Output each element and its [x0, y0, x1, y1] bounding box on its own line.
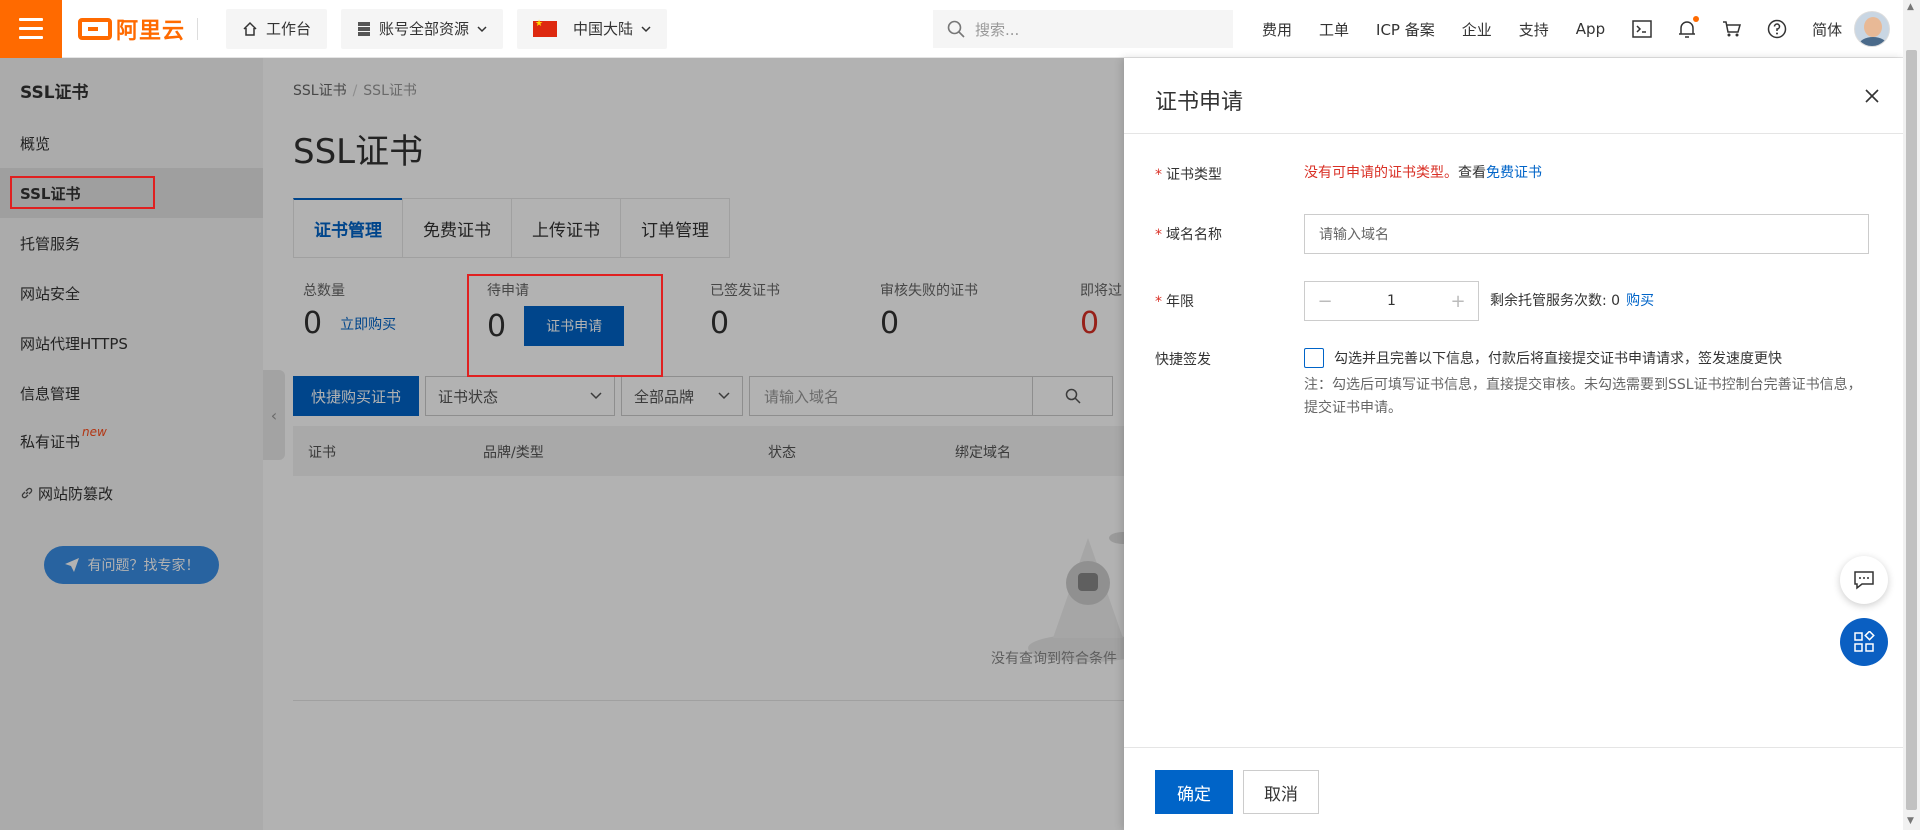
global-search-input[interactable]: 搜索...: [933, 10, 1233, 48]
free-cert-link[interactable]: 免费证书: [1486, 165, 1542, 181]
top-link-enterprise[interactable]: 企业: [1462, 19, 1492, 40]
vertical-scrollbar[interactable]: ▲ ▼: [1903, 0, 1920, 830]
top-link-app[interactable]: App: [1576, 20, 1605, 38]
aliyun-logo-icon: [78, 17, 112, 40]
home-icon: [243, 21, 257, 36]
chat-float-button[interactable]: [1840, 556, 1888, 604]
cert-type-warning: 没有可申请的证书类型。查看免费证书: [1304, 165, 1542, 181]
workbench-button[interactable]: 工作台: [226, 8, 328, 49]
top-link-icp[interactable]: ICP 备案: [1376, 19, 1435, 40]
china-flag-icon: [533, 19, 558, 37]
quick-issue-checkbox[interactable]: [1304, 348, 1324, 368]
close-icon[interactable]: [1864, 88, 1880, 104]
apps-grid-icon: [1854, 631, 1875, 652]
apps-float-button[interactable]: [1840, 618, 1888, 666]
terminal-icon[interactable]: [1632, 19, 1652, 39]
top-link-support[interactable]: 支持: [1519, 19, 1549, 40]
highlight-box-sidebar: [10, 176, 155, 209]
top-links: 费用 工单 ICP 备案 企业 支持 App 简体: [1262, 0, 1869, 58]
modal-backdrop[interactable]: [0, 58, 1124, 830]
years-label: * 年限: [1155, 294, 1194, 310]
years-stepper[interactable]: − 1 +: [1304, 281, 1479, 321]
chevron-down-icon: [641, 25, 651, 32]
resources-dropdown[interactable]: 账号全部资源: [341, 8, 504, 49]
quick-issue-label: 快捷签发: [1155, 352, 1211, 368]
increment-button[interactable]: +: [1438, 291, 1478, 312]
notification-dot: [1693, 16, 1700, 22]
quick-issue-note: 注：勾选后可填写证书信息，直接提交审核。未勾选需要到SSL证书控制台完善证书信息…: [1304, 377, 1862, 416]
chevron-down-icon: [477, 25, 487, 32]
brand-name: 阿里云: [116, 18, 186, 44]
bell-icon[interactable]: [1677, 16, 1700, 39]
search-icon: [947, 20, 965, 38]
remaining-service-count: 剩余托管服务次数: 0 购买: [1490, 293, 1655, 309]
highlight-box-apply: [467, 274, 663, 377]
quick-issue-text: 勾选并且完善以下信息，付款后将直接提交证书申请请求，签发速度更快: [1334, 351, 1782, 367]
brand-logo[interactable]: 阿里云: [78, 0, 212, 58]
cert-type-label: * 证书类型: [1155, 167, 1222, 183]
buy-link[interactable]: 购买: [1626, 293, 1654, 309]
stack-icon: [358, 21, 371, 36]
language-switch[interactable]: 简体: [1812, 19, 1842, 40]
domain-input[interactable]: 请输入域名: [1304, 214, 1869, 254]
cert-apply-drawer: 证书申请 * 证书类型 没有可申请的证书类型。查看免费证书 * 域名名称 请输入域名…: [1124, 58, 1903, 830]
chat-icon: [1854, 571, 1874, 590]
help-icon[interactable]: [1767, 19, 1787, 39]
cart-icon[interactable]: [1722, 19, 1742, 39]
top-link-tickets[interactable]: 工单: [1319, 19, 1349, 40]
cancel-button[interactable]: 取消: [1243, 770, 1319, 814]
decrement-button[interactable]: −: [1305, 291, 1345, 312]
drawer-title: 证书申请: [1155, 90, 1244, 115]
domain-label: * 域名名称: [1155, 227, 1222, 243]
years-value: 1: [1387, 293, 1396, 309]
user-avatar[interactable]: [1854, 11, 1890, 47]
menu-icon[interactable]: [0, 0, 62, 58]
top-link-fees[interactable]: 费用: [1262, 19, 1292, 40]
confirm-button[interactable]: 确定: [1155, 770, 1233, 814]
region-dropdown[interactable]: 中国大陆: [517, 8, 668, 49]
